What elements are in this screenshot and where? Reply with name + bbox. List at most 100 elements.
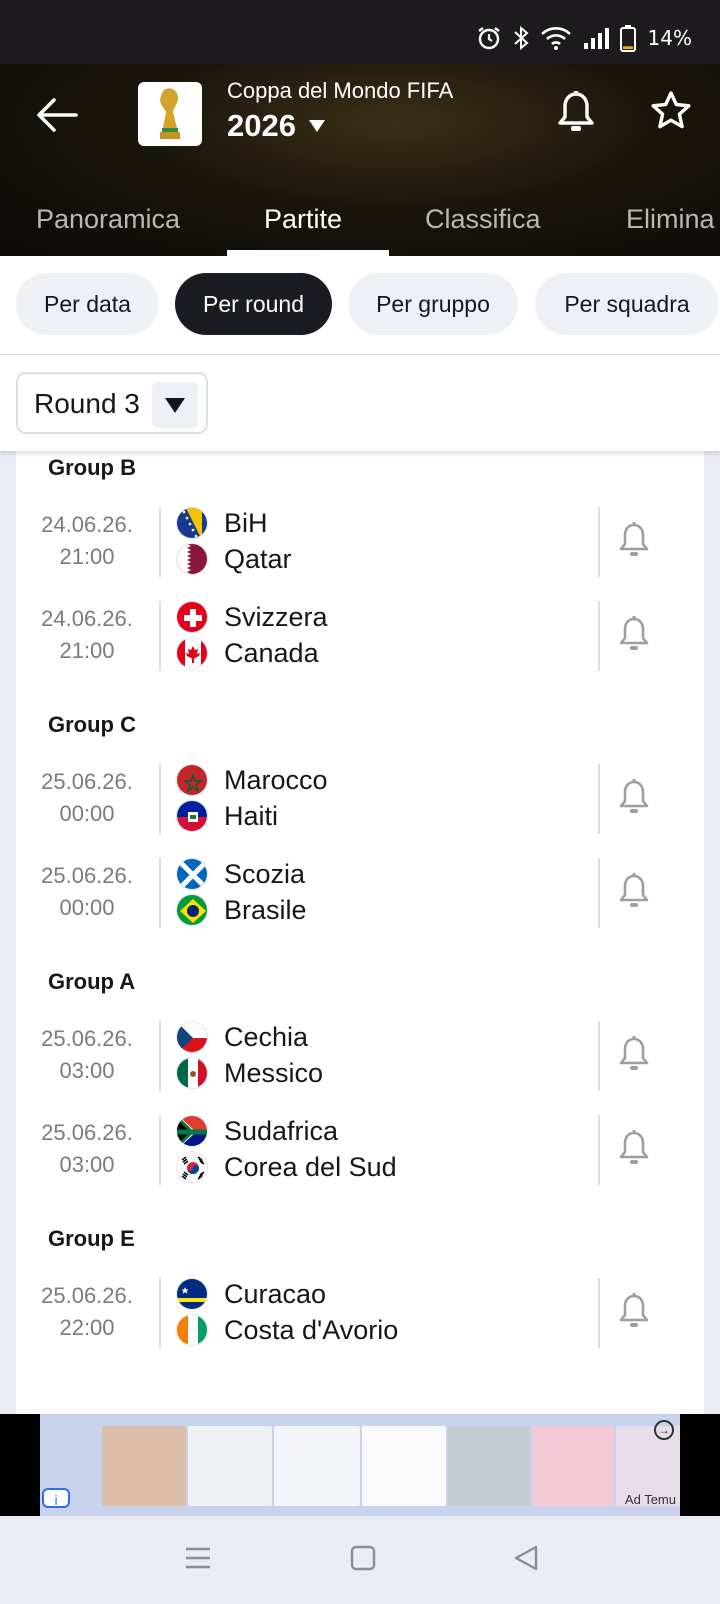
season-label: 2026 bbox=[227, 108, 296, 143]
flag-bih bbox=[176, 507, 208, 539]
divider bbox=[159, 1021, 161, 1091]
match-row[interactable]: 25.06.26. 22:00 Curacao Costa d'Avorio bbox=[16, 1276, 704, 1348]
bell-icon bbox=[558, 91, 594, 131]
home-team: Svizzera bbox=[176, 599, 328, 635]
flag-curacao bbox=[176, 1278, 208, 1310]
match-row[interactable]: 25.06.26. 00:00 Marocco Haiti bbox=[16, 762, 704, 834]
wifi-icon bbox=[540, 27, 571, 50]
tab-partite[interactable]: Partite bbox=[264, 182, 342, 256]
match-time: 22:00 bbox=[59, 1315, 115, 1340]
match-notification-button[interactable] bbox=[618, 778, 650, 823]
signal-icon bbox=[583, 28, 609, 49]
chip-per-round[interactable]: Per round bbox=[175, 273, 332, 335]
ad-product-image[interactable] bbox=[448, 1426, 530, 1506]
match-notification-button[interactable] bbox=[618, 521, 650, 566]
divider bbox=[159, 764, 161, 834]
flag-scotland bbox=[176, 858, 208, 890]
match-time: 21:00 bbox=[59, 544, 115, 569]
back-icon bbox=[514, 1545, 538, 1571]
match-time: 03:00 bbox=[59, 1152, 115, 1177]
alarm-icon bbox=[477, 27, 500, 50]
flag-canada bbox=[176, 637, 208, 669]
season-selector[interactable]: 2026 bbox=[227, 108, 326, 144]
status-bar: 14% bbox=[0, 0, 720, 64]
chip-per-data[interactable]: Per data bbox=[16, 273, 159, 335]
filter-chips: Per data Per round Per gruppo Per squadr… bbox=[0, 256, 720, 356]
match-date: 24.06.26. bbox=[41, 512, 133, 537]
match-row[interactable]: 24.06.26. 21:00 BiH Qatar bbox=[16, 505, 704, 577]
favorite-button[interactable] bbox=[650, 90, 692, 137]
ad-info-icon[interactable]: i bbox=[42, 1488, 70, 1508]
ad-open-icon[interactable]: → bbox=[654, 1420, 674, 1440]
ad-product-image[interactable] bbox=[532, 1426, 614, 1506]
dropdown-arrow-icon bbox=[152, 382, 198, 428]
recent-apps-button[interactable] bbox=[184, 1544, 212, 1577]
back-arrow-icon bbox=[37, 98, 78, 132]
match-date: 25.06.26. bbox=[41, 769, 133, 794]
flag-switzerland bbox=[176, 601, 208, 633]
flag-qatar bbox=[176, 543, 208, 575]
ad-product-image[interactable] bbox=[188, 1426, 272, 1506]
away-team: Haiti bbox=[176, 798, 278, 834]
team-name: Svizzera bbox=[224, 601, 328, 632]
match-time: 21:00 bbox=[59, 638, 115, 663]
team-name: Haiti bbox=[224, 800, 279, 831]
ad-product-image[interactable] bbox=[102, 1426, 186, 1506]
match-notification-button[interactable] bbox=[618, 615, 650, 660]
match-notification-button[interactable] bbox=[618, 872, 650, 917]
match-datetime: 24.06.26. 21:00 bbox=[16, 603, 158, 667]
divider bbox=[159, 1278, 161, 1348]
match-notification-button[interactable] bbox=[618, 1292, 650, 1337]
tab-eliminazione[interactable]: Elimina bbox=[626, 182, 715, 256]
match-list: Group B 24.06.26. 21:00 BiH Qatar 24.06.26. 21… bbox=[16, 451, 704, 1414]
team-name: Curacao bbox=[224, 1278, 327, 1309]
flag-haiti bbox=[176, 800, 208, 832]
home-team: Scozia bbox=[176, 856, 305, 892]
match-notification-button[interactable] bbox=[618, 1129, 650, 1174]
match-time: 03:00 bbox=[59, 1058, 115, 1083]
ad-content[interactable]: i → Ad Temu bbox=[40, 1414, 680, 1516]
match-datetime: 25.06.26. 00:00 bbox=[16, 766, 158, 830]
flag-mexico bbox=[176, 1057, 208, 1089]
match-row[interactable]: 24.06.26. 21:00 Svizzera Canada bbox=[16, 599, 704, 671]
bluetooth-icon bbox=[513, 25, 529, 51]
ad-banner[interactable]: i → Ad Temu bbox=[0, 1414, 720, 1516]
flag-south-africa bbox=[176, 1115, 208, 1147]
chip-per-gruppo[interactable]: Per gruppo bbox=[348, 273, 518, 335]
notifications-button[interactable] bbox=[556, 90, 596, 141]
back-button[interactable] bbox=[32, 90, 82, 140]
match-row[interactable]: 25.06.26. 03:00 Sudafrica Corea del Sud bbox=[16, 1113, 704, 1185]
trophy-logo bbox=[138, 82, 202, 146]
match-row[interactable]: 25.06.26. 03:00 Cechia Messico bbox=[16, 1019, 704, 1091]
chip-per-squadra[interactable]: Per squadra bbox=[535, 273, 719, 335]
divider bbox=[598, 858, 600, 928]
divider bbox=[598, 507, 600, 577]
divider bbox=[159, 601, 161, 671]
team-name: Corea del Sud bbox=[224, 1151, 397, 1182]
team-name: Marocco bbox=[224, 764, 328, 795]
team-name: Qatar bbox=[224, 543, 292, 574]
ad-product-image[interactable] bbox=[362, 1426, 446, 1506]
bell-outline-icon bbox=[619, 779, 649, 813]
home-team: Sudafrica bbox=[176, 1113, 338, 1149]
bell-outline-icon bbox=[619, 873, 649, 907]
match-datetime: 25.06.26. 00:00 bbox=[16, 860, 158, 924]
back-nav-button[interactable] bbox=[512, 1544, 540, 1577]
match-date: 25.06.26. bbox=[41, 863, 133, 888]
tab-classifica[interactable]: Classifica bbox=[425, 182, 541, 256]
system-nav-bar bbox=[0, 1516, 720, 1604]
round-dropdown[interactable]: Round 3 bbox=[16, 372, 208, 434]
round-bar: Round 3 bbox=[0, 355, 720, 451]
home-button[interactable] bbox=[349, 1544, 377, 1577]
divider bbox=[598, 601, 600, 671]
match-notification-button[interactable] bbox=[618, 1035, 650, 1080]
ad-product-image[interactable] bbox=[274, 1426, 360, 1506]
away-team: Canada bbox=[176, 635, 319, 671]
bell-outline-icon bbox=[619, 1130, 649, 1164]
match-row[interactable]: 25.06.26. 00:00 Scozia Brasile bbox=[16, 856, 704, 928]
team-name: BiH bbox=[224, 507, 268, 538]
match-time: 00:00 bbox=[59, 801, 115, 826]
flag-brazil bbox=[176, 894, 208, 926]
battery-icon bbox=[619, 25, 636, 52]
tab-panoramica[interactable]: Panoramica bbox=[36, 182, 180, 256]
